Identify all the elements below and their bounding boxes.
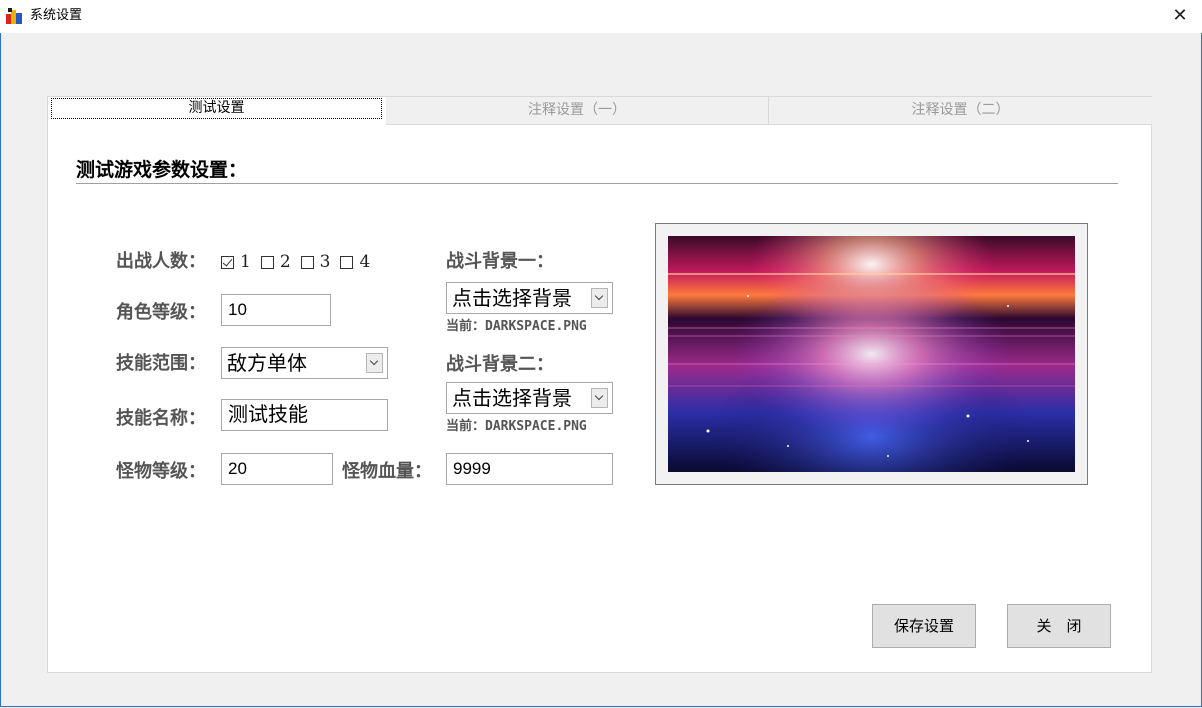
battle-bg-1-current: 当前：DARKSPACE.PNG xyxy=(446,319,587,334)
skill-name-input[interactable]: 测试技能 xyxy=(221,399,388,431)
party-option-3[interactable]: 3 xyxy=(300,252,331,272)
tab-notes-2[interactable]: 注释设置（二） xyxy=(769,97,1152,125)
section-divider xyxy=(76,183,1118,184)
save-settings-button[interactable]: 保存设置 xyxy=(872,604,976,648)
battle-bg-2-current: 当前：DARKSPACE.PNG xyxy=(446,419,587,434)
title-bar: 系统设置 ✕ xyxy=(0,0,1202,33)
character-level-input[interactable]: 10 xyxy=(221,294,331,326)
app-icon xyxy=(6,8,22,24)
tab-notes-1[interactable]: 注释设置（一） xyxy=(386,97,769,125)
skill-range-value: 敌方单体 xyxy=(227,351,307,375)
skill-range-label: 技能范围： xyxy=(116,353,206,374)
checkbox-icon[interactable] xyxy=(260,255,274,269)
monster-hp-label: 怪物血量： xyxy=(342,461,432,482)
chevron-down-icon[interactable] xyxy=(591,288,608,308)
party-option-label: 1 xyxy=(240,252,251,272)
checkbox-icon[interactable] xyxy=(300,255,314,269)
skill-name-label: 技能名称： xyxy=(116,408,206,429)
party-option-1[interactable]: 1 xyxy=(221,252,251,272)
party-option-label: 4 xyxy=(359,252,371,272)
party-option-label: 3 xyxy=(319,252,331,272)
background-preview xyxy=(655,223,1088,485)
chevron-down-icon[interactable] xyxy=(591,388,608,408)
battle-bg-2-select-text: 点击选择背景 xyxy=(452,386,572,410)
monster-level-label: 怪物等级： xyxy=(116,461,206,482)
battle-bg-2-label: 战斗背景二： xyxy=(446,354,554,375)
chevron-down-icon[interactable] xyxy=(366,353,383,373)
checkbox-icon[interactable] xyxy=(340,255,354,269)
party-option-4[interactable]: 4 xyxy=(340,252,370,272)
close-button[interactable]: 关 闭 xyxy=(1007,604,1111,648)
close-icon[interactable]: ✕ xyxy=(1168,5,1192,27)
section-title: 测试游戏参数设置： xyxy=(76,159,248,181)
party-count-checkboxes: 1 2 3 4 xyxy=(221,251,380,273)
tab-test-settings[interactable]: 测试设置 xyxy=(51,98,382,119)
window-title: 系统设置 xyxy=(30,8,83,23)
monster-hp-input[interactable]: 9999 xyxy=(446,453,613,485)
battle-bg-1-label: 战斗背景一： xyxy=(446,251,554,272)
checkbox-icon[interactable] xyxy=(221,255,234,269)
battle-bg-1-select[interactable]: 点击选择背景 xyxy=(446,282,613,314)
party-option-label: 2 xyxy=(279,252,291,272)
battle-bg-1-select-text: 点击选择背景 xyxy=(452,286,572,310)
monster-level-input[interactable]: 20 xyxy=(221,453,333,485)
party-count-label: 出战人数： xyxy=(116,251,206,272)
battle-bg-2-select[interactable]: 点击选择背景 xyxy=(446,382,613,414)
character-level-label: 角色等级： xyxy=(116,302,206,323)
skill-range-select[interactable]: 敌方单体 xyxy=(221,347,388,379)
party-option-2[interactable]: 2 xyxy=(260,252,291,272)
space-background-image xyxy=(668,236,1075,472)
